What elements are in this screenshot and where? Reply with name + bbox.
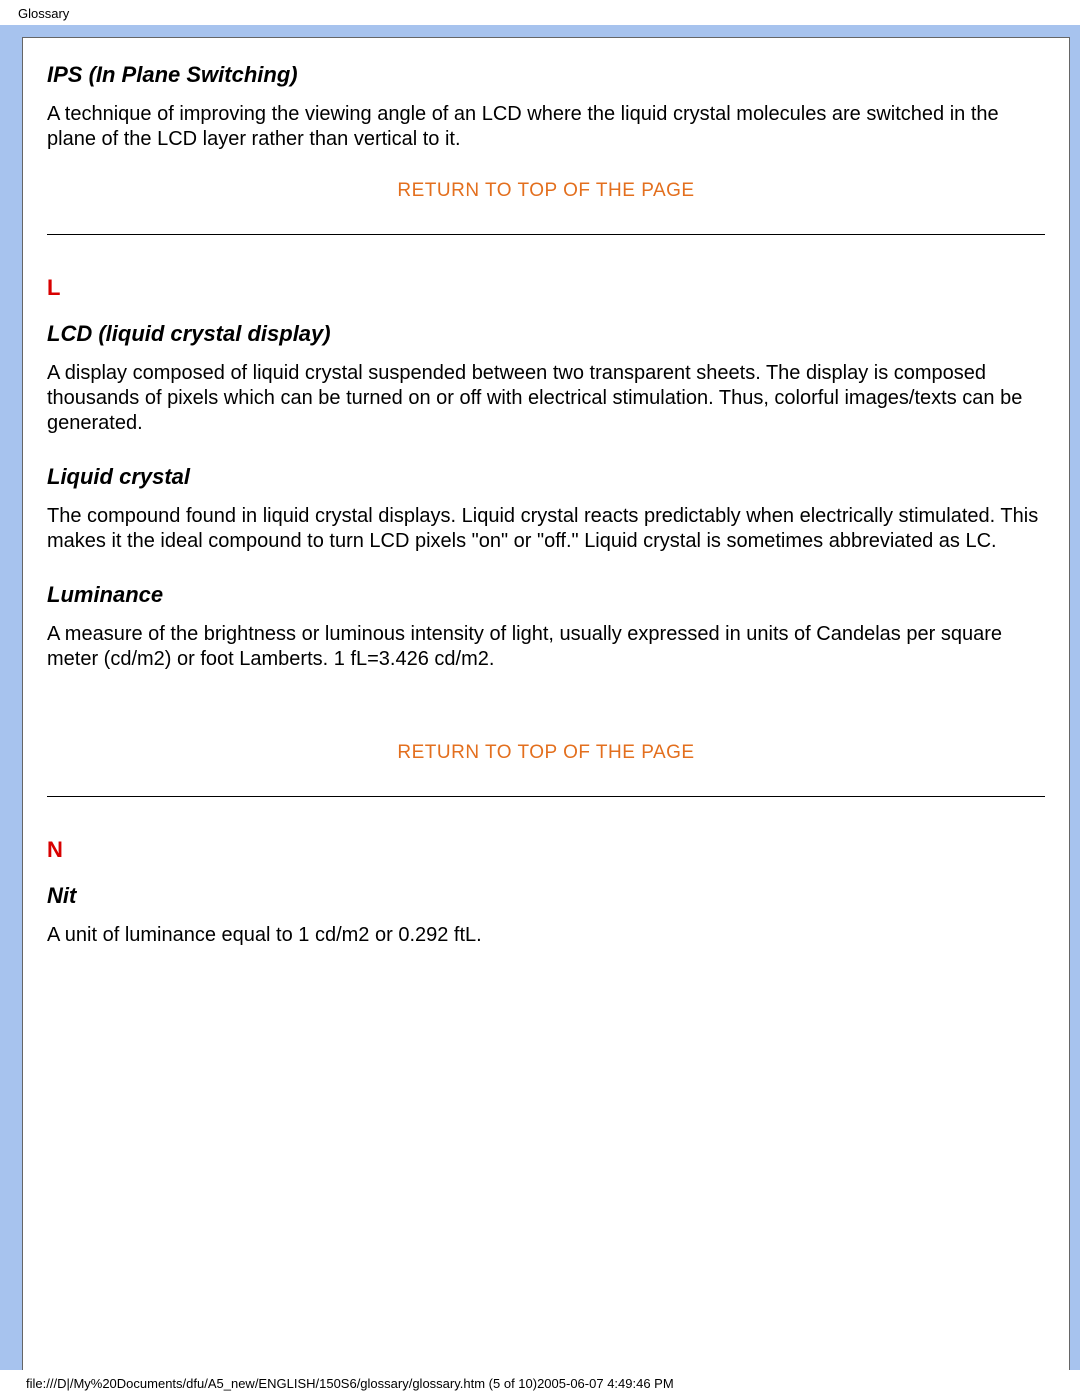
return-to-top-link[interactable]: RETURN TO TOP OF THE PAGE [47,180,1045,202]
term-body-lcd: A display composed of liquid crystal sus… [47,361,1045,436]
term-title-luminance: Luminance [47,582,1045,608]
term-title-liquid-crystal: Liquid crystal [47,464,1045,490]
section-letter-N: N [47,837,1045,863]
page-content: IPS (In Plane Switching) A technique of … [22,37,1070,1370]
return-to-top-link[interactable]: RETURN TO TOP OF THE PAGE [47,742,1045,764]
outer-frame: IPS (In Plane Switching) A technique of … [0,25,1080,1370]
term-body-ips: A technique of improving the viewing ang… [47,102,1045,152]
term-title-nit: Nit [47,883,1045,909]
term-body-luminance: A measure of the brightness or luminous … [47,622,1045,672]
term-title-ips: IPS (In Plane Switching) [47,62,1045,88]
term-body-nit: A unit of luminance equal to 1 cd/m2 or … [47,923,1045,948]
term-title-lcd: LCD (liquid crystal display) [47,321,1045,347]
return-to-top-label: RETURN TO TOP OF THE PAGE [397,180,694,201]
page-header-label: Glossary [0,0,1080,25]
section-divider [47,796,1045,797]
return-to-top-label: RETURN TO TOP OF THE PAGE [397,742,694,763]
footer-file-path: file:///D|/My%20Documents/dfu/A5_new/ENG… [0,1370,1080,1391]
section-letter-L: L [47,275,1045,301]
section-divider [47,234,1045,235]
term-body-liquid-crystal: The compound found in liquid crystal dis… [47,504,1045,554]
